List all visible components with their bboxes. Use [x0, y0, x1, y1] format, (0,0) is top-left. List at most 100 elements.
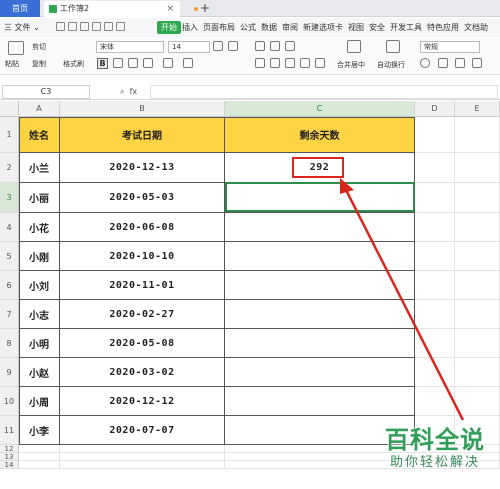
font-color-icon[interactable] [183, 58, 193, 68]
decrease-font-icon[interactable] [228, 41, 238, 51]
empty-cell[interactable] [415, 153, 455, 183]
days-cell[interactable] [225, 329, 415, 358]
merge-center-button[interactable]: 合并居中 [337, 60, 365, 70]
row-header-6[interactable]: 6 [0, 271, 19, 300]
menu-start[interactable]: 开始 [157, 21, 181, 34]
empty-cell[interactable] [60, 445, 225, 453]
empty-cell[interactable] [415, 271, 455, 300]
new-tab-button[interactable]: + [200, 0, 210, 17]
row-header-10[interactable]: 10 [0, 387, 19, 416]
menu-review[interactable]: 审阅 [282, 23, 298, 32]
days-cell[interactable] [225, 387, 415, 416]
date-cell[interactable]: 2020-02-27 [60, 300, 225, 329]
name-cell[interactable]: 小丽 [19, 183, 60, 213]
copy-button[interactable]: 复制 [32, 59, 46, 69]
name-cell[interactable]: 小花 [19, 213, 60, 242]
font-name-select[interactable]: 宋体 [96, 41, 164, 53]
thousands-icon[interactable] [455, 58, 465, 68]
justify-icon[interactable] [300, 58, 310, 68]
bold-button[interactable]: B [97, 58, 108, 69]
align-top-icon[interactable] [255, 41, 265, 51]
row-header-7[interactable]: 7 [0, 300, 19, 329]
empty-cell[interactable] [19, 445, 60, 453]
date-cell[interactable]: 2020-12-13 [60, 153, 225, 183]
close-tab-button[interactable]: × [166, 1, 174, 17]
fx-button[interactable]: ⌕ fx [120, 84, 137, 100]
name-cell[interactable]: 小兰 [19, 153, 60, 183]
row-header-11[interactable]: 11 [0, 416, 19, 445]
date-cell[interactable]: 2020-10-10 [60, 242, 225, 271]
menu-doc-assistant[interactable]: 文档助 [464, 23, 488, 32]
auto-wrap-button[interactable]: 自动换行 [377, 60, 405, 70]
menu-file[interactable]: 三 文件 ⌄ [4, 18, 40, 37]
date-cell[interactable]: 2020-05-08 [60, 329, 225, 358]
name-cell[interactable]: 小刘 [19, 271, 60, 300]
column-header-d[interactable]: D [415, 101, 455, 117]
redo-icon[interactable] [116, 22, 125, 31]
merge-center-icon[interactable] [347, 40, 361, 53]
empty-cell[interactable] [455, 271, 500, 300]
align-middle-icon[interactable] [270, 41, 280, 51]
align-left-icon[interactable] [255, 58, 265, 68]
menu-new-tab[interactable]: 新建选项卡 [303, 23, 343, 32]
wrap-text-icon[interactable] [386, 40, 400, 53]
fill-color-icon[interactable] [163, 58, 173, 68]
currency-icon[interactable] [420, 58, 430, 68]
empty-cell[interactable] [455, 300, 500, 329]
date-cell[interactable]: 2020-12-12 [60, 387, 225, 416]
days-cell[interactable] [225, 271, 415, 300]
empty-cell[interactable] [60, 461, 225, 469]
row-header-2[interactable]: 2 [0, 153, 19, 183]
row-header-14[interactable]: 14 [0, 461, 19, 469]
name-cell[interactable]: 小赵 [19, 358, 60, 387]
select-all-corner[interactable] [0, 101, 19, 117]
row-header-1[interactable]: 1 [0, 117, 19, 153]
empty-cell[interactable] [455, 329, 500, 358]
tab-document[interactable]: 工作簿2 × [44, 1, 198, 17]
column-header-c[interactable]: C [225, 101, 415, 117]
row-header-12[interactable]: 12 [0, 445, 19, 453]
menu-developer[interactable]: 开发工具 [390, 23, 422, 32]
name-cell[interactable]: 小周 [19, 387, 60, 416]
row-header-8[interactable]: 8 [0, 329, 19, 358]
date-cell[interactable]: 2020-07-07 [60, 416, 225, 445]
cut-button[interactable]: 剪切 [32, 42, 46, 52]
days-cell[interactable] [225, 358, 415, 387]
name-cell[interactable]: 小李 [19, 416, 60, 445]
format-painter-button[interactable]: 格式刷 [63, 59, 84, 69]
save-icon[interactable] [56, 22, 65, 31]
zoom-icon[interactable]: ⌕ [120, 87, 124, 96]
empty-cell[interactable] [415, 117, 455, 153]
menu-view[interactable]: 视图 [348, 23, 364, 32]
preview-icon[interactable] [92, 22, 101, 31]
distributed-icon[interactable] [315, 58, 325, 68]
export-icon[interactable] [68, 22, 77, 31]
row-header-4[interactable]: 4 [0, 213, 19, 242]
print-icon[interactable] [80, 22, 89, 31]
formula-input[interactable] [150, 85, 498, 99]
increase-font-icon[interactable] [213, 41, 223, 51]
underline-icon[interactable] [128, 58, 138, 68]
header-cell-date[interactable]: 考试日期 [60, 117, 225, 153]
empty-cell[interactable] [415, 358, 455, 387]
days-cell[interactable] [225, 242, 415, 271]
name-cell[interactable]: 小刚 [19, 242, 60, 271]
empty-cell[interactable] [455, 153, 500, 183]
row-header-3[interactable]: 3 [0, 183, 19, 213]
empty-cell[interactable] [455, 358, 500, 387]
percent-icon[interactable] [438, 58, 448, 68]
decimal-icon[interactable] [472, 58, 482, 68]
days-cell[interactable] [225, 213, 415, 242]
date-cell[interactable]: 2020-06-08 [60, 213, 225, 242]
empty-cell[interactable] [415, 213, 455, 242]
empty-cell[interactable] [455, 183, 500, 213]
undo-icon[interactable] [104, 22, 113, 31]
italic-icon[interactable] [113, 58, 123, 68]
row-header-5[interactable]: 5 [0, 242, 19, 271]
name-box[interactable]: C3 [2, 85, 90, 99]
align-right-icon[interactable] [285, 58, 295, 68]
name-cell[interactable]: 小志 [19, 300, 60, 329]
menu-formulas[interactable]: 公式 [240, 23, 256, 32]
name-cell[interactable]: 小明 [19, 329, 60, 358]
menu-insert[interactable]: 插入 [182, 23, 198, 32]
